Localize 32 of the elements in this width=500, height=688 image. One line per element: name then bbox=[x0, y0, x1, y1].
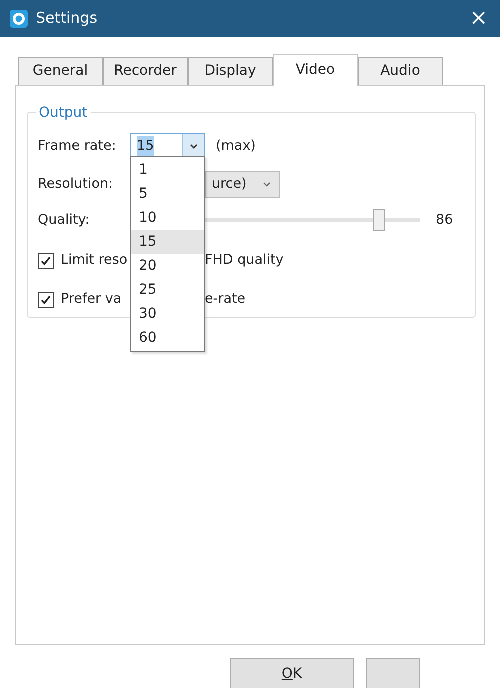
tab[interactable]: Display bbox=[188, 57, 273, 85]
checkbox[interactable] bbox=[38, 292, 54, 308]
dropdown-option[interactable]: 25 bbox=[131, 278, 204, 302]
dropdown-option[interactable]: 60 bbox=[131, 326, 204, 350]
tab[interactable]: General bbox=[18, 57, 103, 85]
tab[interactable]: Video bbox=[273, 54, 358, 86]
chevron-down-icon bbox=[263, 182, 271, 186]
note-text: (max) bbox=[216, 136, 256, 156]
dropdown-option[interactable]: 1 bbox=[131, 158, 204, 182]
tab[interactable]: Audio bbox=[358, 57, 443, 85]
dropdown-option[interactable]: 30 bbox=[131, 302, 204, 326]
app-logo-icon bbox=[10, 10, 28, 28]
chevron-down-icon bbox=[190, 144, 198, 148]
dropdown-option[interactable]: 10 bbox=[131, 206, 204, 230]
checkbox-label: FHD quality bbox=[205, 251, 284, 270]
field-label: Resolution: bbox=[38, 174, 114, 194]
close-button[interactable]: × bbox=[468, 8, 490, 30]
dropdown-option[interactable]: 20 bbox=[131, 254, 204, 278]
field-label: Quality: bbox=[38, 210, 91, 230]
dropdown-option[interactable]: 15 bbox=[131, 230, 204, 254]
slider-thumb[interactable] bbox=[373, 209, 386, 231]
resolution-dropdown[interactable]: urce) bbox=[205, 170, 280, 198]
ok-button[interactable]: OK bbox=[230, 658, 354, 688]
tab[interactable]: Recorder bbox=[103, 57, 188, 85]
window-title: Settings bbox=[36, 8, 99, 30]
checkbox[interactable] bbox=[38, 252, 54, 268]
dropdown-option[interactable]: 5 bbox=[131, 182, 204, 206]
checkbox-label: Limit reso bbox=[61, 251, 128, 270]
checkbox-label: e-rate bbox=[205, 290, 246, 310]
slider-value: 86 bbox=[436, 210, 454, 230]
checkbox-label: Prefer va bbox=[61, 290, 122, 310]
field-label: Frame rate: bbox=[38, 136, 118, 156]
